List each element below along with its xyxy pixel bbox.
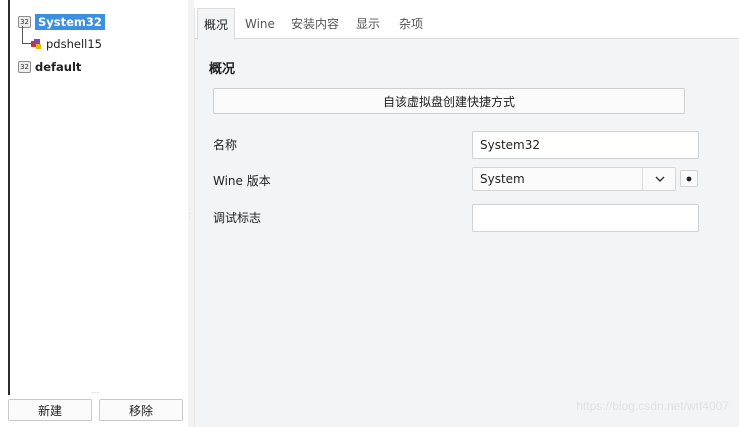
wine-version-value: System bbox=[480, 172, 525, 186]
tab-misc[interactable]: 杂项 bbox=[399, 8, 423, 39]
section-title: 概况 bbox=[209, 62, 236, 77]
app-icon bbox=[30, 38, 42, 50]
wine-version-select[interactable]: System bbox=[472, 167, 676, 191]
select-separator bbox=[642, 168, 643, 190]
splitter-handle[interactable]: · · · bbox=[189, 208, 192, 222]
tree-item-label: System32 bbox=[35, 14, 105, 30]
tree-item-default[interactable]: 32 default bbox=[18, 58, 81, 76]
tree-item-label: default bbox=[35, 60, 82, 74]
debug-flags-field[interactable] bbox=[472, 204, 699, 232]
details-pane: 概况 Wine 安装内容 显示 杂项 概况 自该虚拟盘创建快捷方式 名称 Sys… bbox=[194, 8, 739, 427]
tab-overview[interactable]: 概况 bbox=[197, 8, 235, 40]
chevron-down-icon[interactable] bbox=[649, 171, 671, 187]
tab-wine[interactable]: Wine bbox=[245, 8, 275, 39]
prefix-list-pane: 32 System32 pdshell15 32 default ⋯ 新建 移除 bbox=[0, 0, 188, 427]
watermark: https://blog.csdn.net/wtf4007 bbox=[576, 399, 729, 413]
remove-button[interactable]: 移除 bbox=[99, 399, 183, 421]
new-button[interactable]: 新建 bbox=[8, 399, 92, 421]
tree-item-label: pdshell15 bbox=[46, 37, 102, 51]
name-label: 名称 bbox=[213, 138, 238, 152]
tree-item-pdshell15[interactable]: pdshell15 bbox=[30, 35, 102, 53]
tab-installed[interactable]: 安装内容 bbox=[291, 8, 339, 39]
create-shortcut-button[interactable]: 自该虚拟盘创建快捷方式 bbox=[213, 88, 685, 114]
dot-button-icon[interactable] bbox=[680, 170, 698, 187]
tab-display[interactable]: 显示 bbox=[356, 8, 380, 39]
tab-bar: 概况 Wine 安装内容 显示 杂项 bbox=[195, 8, 739, 40]
wine-version-label: Wine 版本 bbox=[213, 174, 271, 188]
list-border bbox=[8, 0, 10, 395]
name-field[interactable]: System32 bbox=[472, 131, 699, 159]
debug-flags-label: 调试标志 bbox=[213, 211, 262, 225]
disk-32-icon: 32 bbox=[18, 61, 31, 73]
resize-grip[interactable]: ⋯ bbox=[91, 388, 99, 397]
